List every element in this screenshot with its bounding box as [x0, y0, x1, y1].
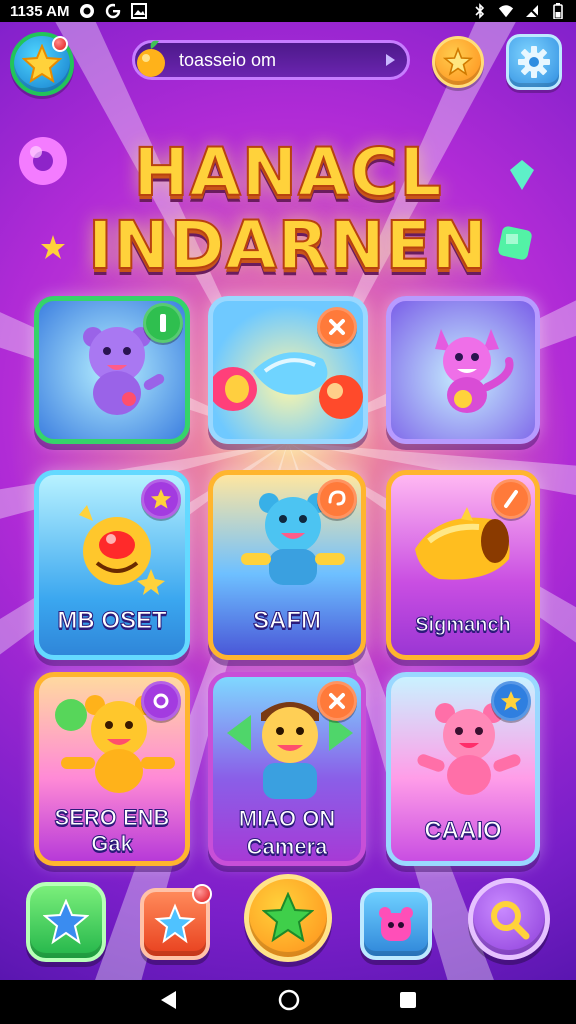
search-button[interactable]: [468, 878, 550, 960]
level-card-6[interactable]: Sigmanch: [386, 470, 540, 660]
play-button[interactable]: [244, 874, 332, 962]
search-text: toasseio om: [179, 49, 277, 70]
card-8-label: MIAO ON Camera: [238, 806, 336, 860]
settings-button[interactable]: [506, 34, 562, 90]
pink-dragon-character: [435, 329, 514, 413]
level-card-1[interactable]: [34, 296, 190, 444]
star-icon: [501, 691, 521, 711]
star-icon: [151, 489, 171, 509]
i-icon: [160, 314, 166, 332]
o-icon: [153, 693, 169, 709]
card-8-badge: [317, 681, 357, 721]
recents-icon: [399, 992, 416, 1008]
level-card-4[interactable]: MB OSET: [34, 470, 190, 660]
status-bar: 1135 AM: [0, 0, 576, 22]
chevron-right-icon: [386, 54, 395, 66]
home-star-button[interactable]: [26, 882, 106, 962]
star-icon: [43, 899, 89, 945]
battery-icon: [550, 3, 566, 19]
card-6-badge: [491, 479, 531, 519]
g-icon: [105, 3, 122, 19]
monster-icon: [379, 907, 413, 941]
game-title-line1: HANACL: [132, 133, 443, 212]
level-card-9[interactable]: CAAIO: [386, 672, 540, 866]
card-2-badge: [317, 307, 357, 347]
recents-button[interactable]: [398, 990, 418, 1014]
cross-icon: [329, 693, 345, 709]
status-time: 1135 AM: [10, 2, 70, 20]
camera-icon: [79, 3, 95, 19]
rewards-button[interactable]: [140, 884, 212, 960]
card-5-badge: [317, 479, 357, 519]
home-button[interactable]: [277, 988, 301, 1016]
back-icon: [161, 991, 177, 1009]
characters-button[interactable]: [360, 888, 432, 960]
star-notification-icon: [154, 903, 196, 944]
card-4-badge: [141, 479, 181, 519]
fruit-icon: [137, 40, 165, 77]
level-card-8[interactable]: MIAO ON Camera: [208, 672, 366, 866]
level-card-5[interactable]: SAFM: [208, 470, 366, 660]
swirl-icon: [328, 490, 346, 506]
search-icon: [491, 901, 530, 940]
system-nav-bar: [0, 980, 576, 1024]
mute-icon: [524, 3, 540, 19]
cross-icon: [329, 319, 345, 335]
game-screen: toasseio om HANACL INDARNEN MB OSET SAFM…: [0, 22, 576, 980]
home-icon: [278, 989, 300, 1011]
rewards-notification-dot: [192, 884, 212, 904]
bluetooth-icon: [472, 3, 488, 19]
candy-gems: [213, 352, 363, 419]
back-button[interactable]: [158, 989, 180, 1015]
search-bar[interactable]: toasseio om: [132, 40, 410, 80]
card-9-label: CAAIO: [424, 817, 502, 845]
slash-icon: [504, 490, 518, 508]
card-7-badge: [141, 681, 181, 721]
game-title-line2: INDARNEN: [87, 206, 489, 285]
notification-dot: [52, 36, 68, 52]
card-4-label: MB OSET: [57, 607, 167, 635]
card-7-label: SERO ENB Gak: [54, 805, 170, 857]
card-1-badge: [143, 303, 183, 343]
level-card-2[interactable]: [208, 296, 368, 444]
wifi-icon: [498, 3, 514, 19]
image-icon: [131, 3, 148, 19]
level-card-3[interactable]: [386, 296, 540, 444]
card-5-label: SAFM: [253, 607, 322, 635]
gear-icon: [518, 46, 550, 78]
star-coin-icon: [443, 47, 473, 76]
level-card-7[interactable]: SERO ENB Gak: [34, 672, 190, 866]
star-coin-button[interactable]: [432, 36, 484, 88]
big-star-icon: [262, 892, 314, 943]
card-6-label: Sigmanch: [415, 614, 512, 637]
profile-button[interactable]: [10, 32, 74, 96]
card-9-badge: [491, 681, 531, 721]
